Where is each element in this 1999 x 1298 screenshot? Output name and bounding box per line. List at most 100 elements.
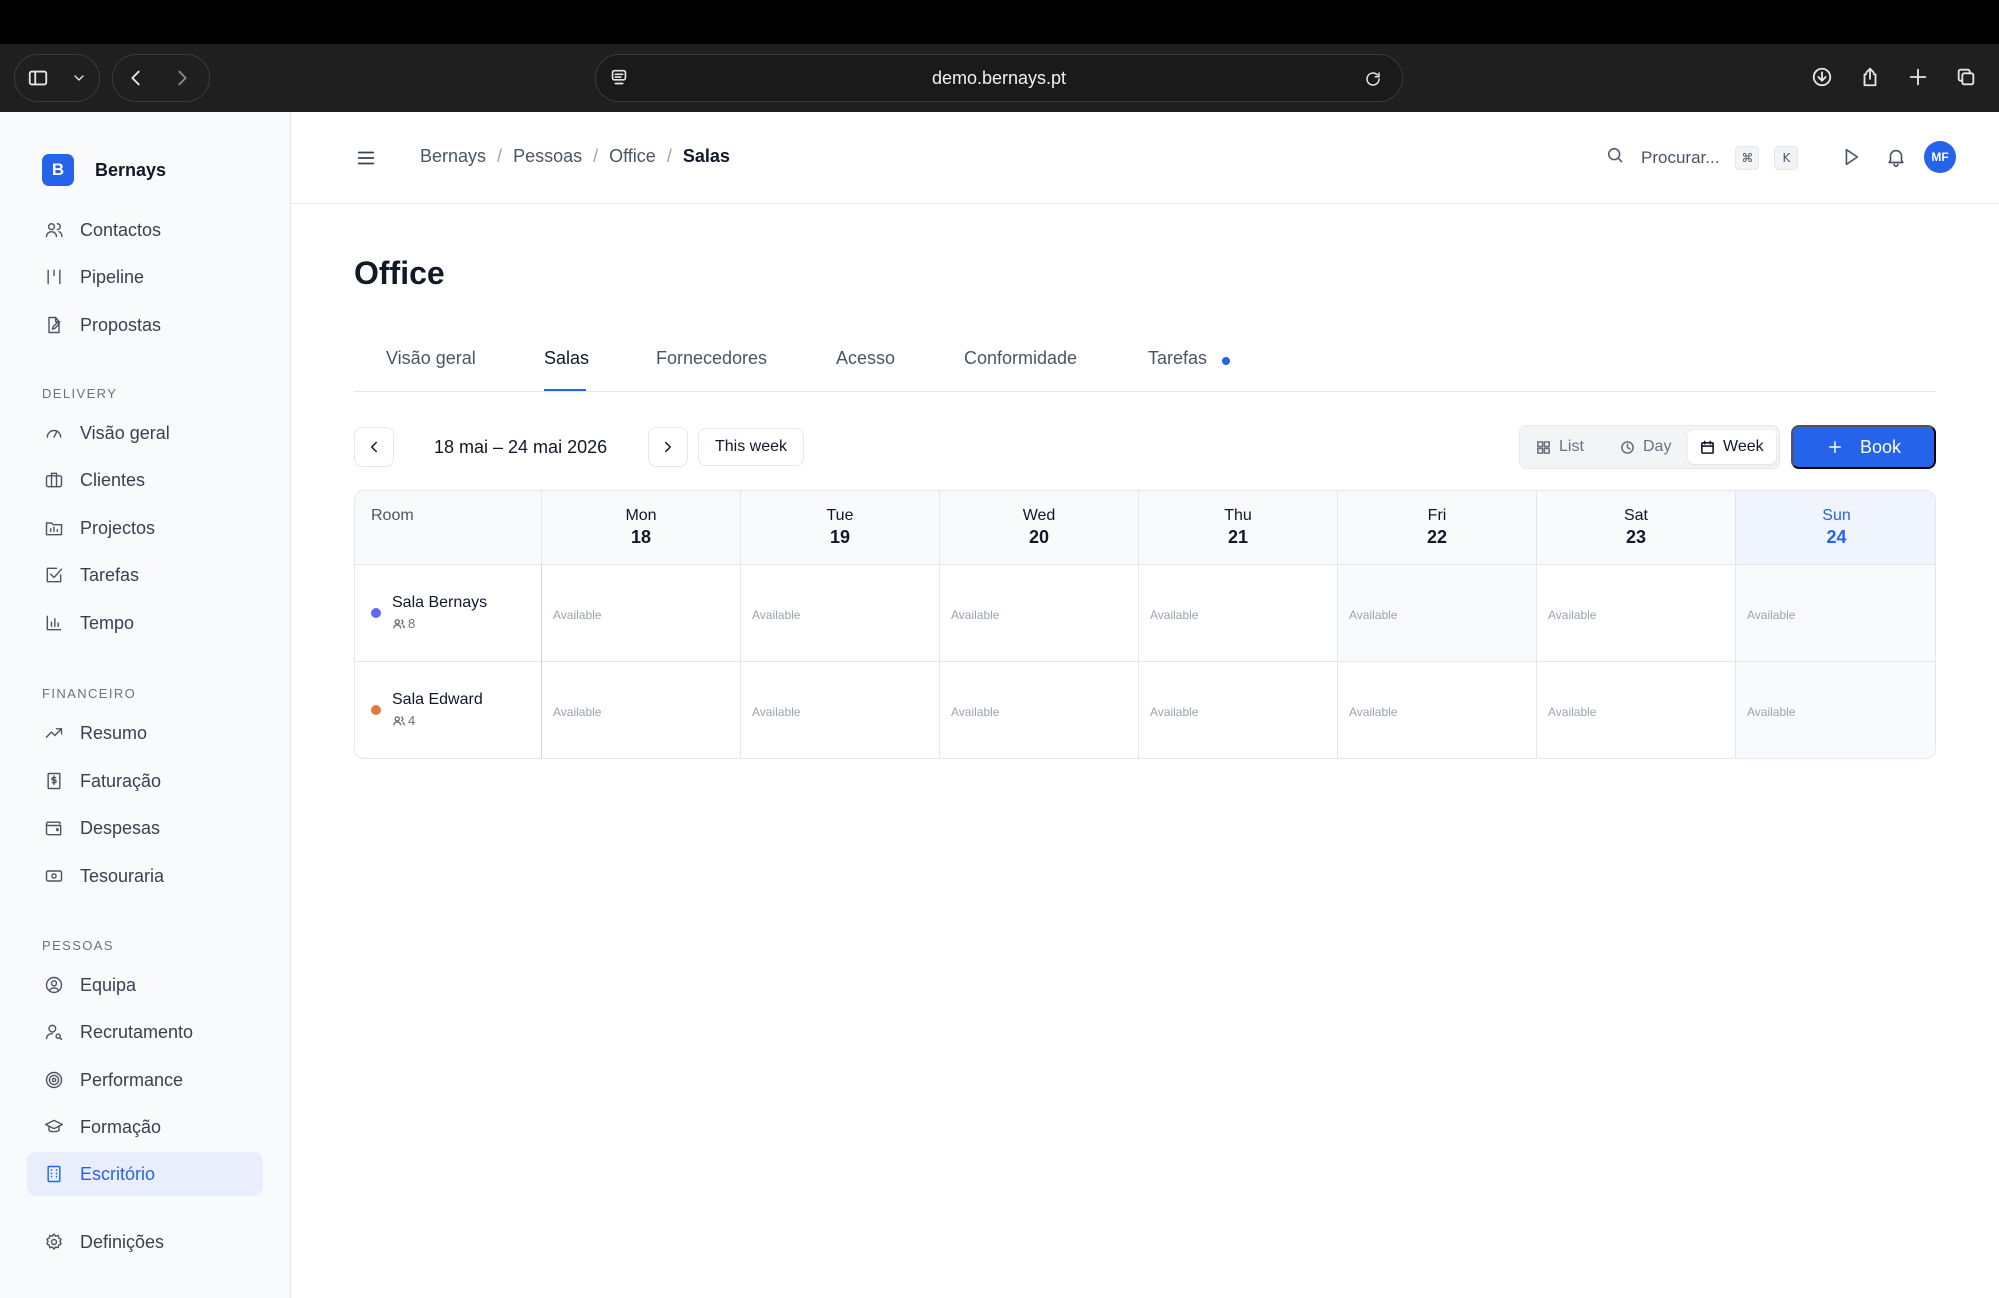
tab-acesso[interactable]: Acesso [836,348,895,369]
previous-week-button[interactable] [354,427,394,467]
banknote-icon [43,865,65,887]
sidebar-item-definicoes[interactable]: Definições [27,1220,263,1264]
sidebar-item-tesouraria[interactable]: Tesouraria [27,854,263,898]
day-name: Sun [1822,507,1851,524]
next-week-button[interactable] [648,427,688,467]
plus-icon [1828,441,1841,453]
slot-cell[interactable]: Available [1736,662,1935,758]
shortcut-key-k: K [1774,145,1799,170]
day-header-tue: Tue 19 [741,491,940,565]
slot-cell[interactable]: Available [1139,565,1338,662]
slot-cell[interactable]: Available [1736,565,1935,662]
day-date: 20 [1028,527,1050,547]
main-header: Bernays / Pessoas / Office / Salas Procu… [291,112,1999,204]
tab-visao-geral[interactable]: Visão geral [386,348,476,369]
view-switcher: List Day Week [1519,425,1780,469]
site-settings-icon[interactable] [608,67,630,94]
sidebar-item-resumo[interactable]: Resumo [27,711,263,755]
search-trigger[interactable]: Procurar... ⌘ K [1605,145,1799,170]
brand-logo: B [42,154,74,186]
this-week-button[interactable]: This week [698,428,805,466]
new-tab-icon[interactable] [1895,54,1941,100]
tab-conformidade[interactable]: Conformidade [964,348,1077,369]
tabs-overview-icon[interactable] [1943,54,1989,100]
view-day-button[interactable]: Day [1608,430,1683,464]
sidebar-item-tempo[interactable]: Tempo [27,601,263,645]
sidebar-item-clientes[interactable]: Clientes [27,458,263,502]
sidebar-item-equipa[interactable]: Equipa [27,963,263,1007]
gear-icon [43,1231,65,1253]
sidebar-item-propostas[interactable]: Propostas [27,303,263,347]
user-circle-icon [43,974,65,996]
slot-cell[interactable]: Available [1338,565,1537,662]
day-name: Mon [625,507,657,524]
bell-icon[interactable] [1885,146,1907,173]
breadcrumb-pessoas[interactable]: Pessoas [513,146,582,167]
forward-icon[interactable] [159,55,205,101]
slot-cell[interactable]: Available [1338,662,1537,758]
sidebar-item-performance[interactable]: Performance [27,1058,263,1102]
slot-cell[interactable]: Available [1537,662,1736,758]
room-row-sala-bernays[interactable]: Sala Bernays 8 [355,565,542,662]
breadcrumb-bernays[interactable]: Bernays [420,146,486,167]
menu-icon[interactable] [355,147,377,174]
sidebar-item-recrutamento[interactable]: Recrutamento [27,1010,263,1054]
avatar[interactable]: MF [1924,141,1956,173]
address-bar[interactable]: demo.bernays.pt [595,54,1403,102]
sidebar-item-label: Performance [80,1069,184,1090]
file-edit-icon [43,314,65,336]
sidebar-item-label: Propostas [80,314,162,335]
slot-cell[interactable]: Available [1537,565,1736,662]
sidebar-item-faturacao[interactable]: Faturação [27,759,263,803]
view-list-button[interactable]: List [1524,430,1596,464]
reload-icon[interactable] [1350,56,1396,102]
brand[interactable]: B Bernays [42,154,166,186]
slot-status: Available [1548,705,1597,719]
tab-tarefas[interactable]: Tarefas [1148,348,1207,369]
slot-cell[interactable]: Available [1139,662,1338,758]
sidebar-item-contactos[interactable]: Contactos [27,208,263,252]
building-icon [43,1163,65,1185]
slot-status: Available [1349,705,1398,719]
sidebar-toggle-group[interactable] [14,54,100,102]
chevron-left-icon [371,441,377,453]
book-button[interactable]: Book [1791,425,1936,469]
breadcrumb-office[interactable]: Office [609,146,656,167]
view-day-label: Day [1643,438,1672,455]
tab-fornecedores[interactable]: Fornecedores [656,348,767,369]
sidebar-item-visao-geral[interactable]: Visão geral [27,411,263,455]
sidebar-item-formacao[interactable]: Formação [27,1105,263,1149]
slot-cell[interactable]: Available [542,662,741,758]
slot-cell[interactable]: Available [741,662,940,758]
play-icon[interactable] [1840,146,1862,173]
sidebar-item-tarefas[interactable]: Tarefas [27,553,263,597]
room-column-header: Room [355,491,542,565]
download-icon[interactable] [1799,54,1845,100]
sidebar-item-escritorio[interactable]: Escritório [27,1152,263,1196]
room-row-sala-edward[interactable]: Sala Edward 4 [355,662,542,758]
user-search-icon [43,1021,65,1043]
room-capacity: 4 [392,713,415,728]
section-label-delivery: DELIVERY [42,386,118,401]
tab-bar: Visão geral Salas Fornecedores Acesso Co… [354,336,1936,392]
day-name: Wed [1022,507,1056,524]
slot-status: Available [752,705,801,719]
room-capacity-value: 8 [408,616,416,631]
sidebar-item-despesas[interactable]: Despesas [27,806,263,850]
chevron-down-icon[interactable] [61,55,97,101]
slot-cell[interactable]: Available [741,565,940,662]
slot-cell[interactable]: Available [940,565,1139,662]
share-icon[interactable] [1847,54,1893,100]
tab-salas[interactable]: Salas [544,348,589,369]
slot-cell[interactable]: Available [542,565,741,662]
sidebar-item-pipeline[interactable]: Pipeline [27,255,263,299]
sidebar-item-projectos[interactable]: Projectos [27,506,263,550]
back-icon[interactable] [113,55,159,101]
search-placeholder: Procurar... [1641,147,1720,167]
view-week-button[interactable]: Week [1688,430,1776,464]
slot-cell[interactable]: Available [940,662,1139,758]
sidebar-item-label: Tesouraria [80,865,165,886]
sidebar-item-label: Despesas [80,817,161,838]
sidebar-toggle-icon[interactable] [15,55,61,101]
sidebar-item-label: Equipa [80,974,137,995]
